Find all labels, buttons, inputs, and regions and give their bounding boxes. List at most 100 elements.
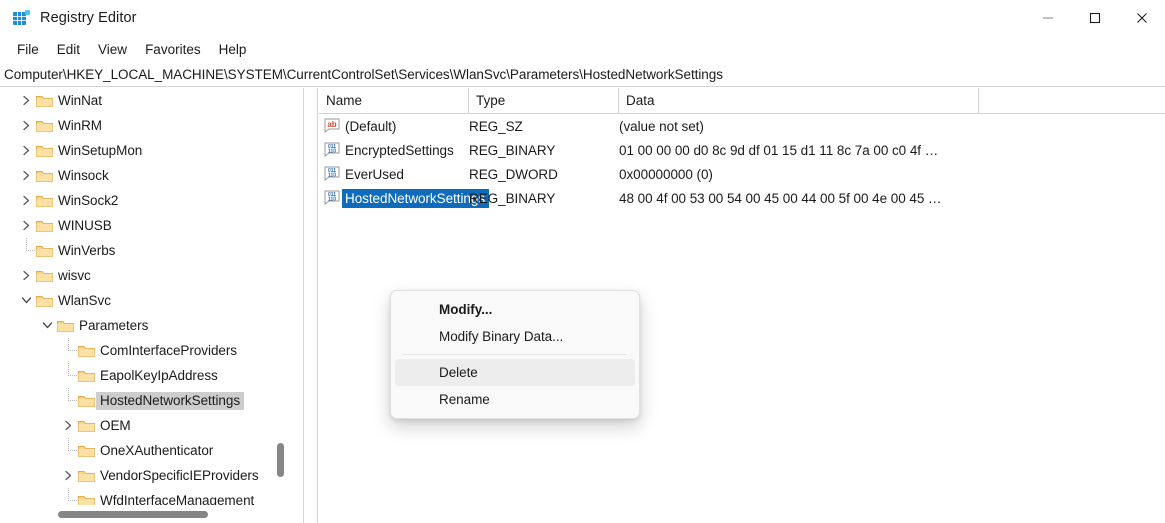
tree-guide-line [18,238,35,263]
svg-text:110: 110 [328,149,336,155]
chevron-right-icon[interactable] [18,163,35,188]
table-row[interactable]: 011 110 EncryptedSettings REG_BINARY 01 00 0… [319,138,1165,162]
minimize-icon[interactable] [1024,0,1071,36]
tree-item-parameters[interactable]: Parameters [0,313,288,338]
cell-value-name: HostedNetworkSettings [342,186,490,210]
cell-value-name: EverUsed [345,166,404,182]
tree-item-label: VendorSpecificIEProviders [100,467,259,483]
tree-item-winverbs[interactable]: WinVerbs [0,238,288,263]
context-menu-item-rename[interactable]: Rename [395,386,635,413]
cell-value-type: REG_BINARY [469,190,556,206]
folder-icon [77,388,96,413]
maximize-icon[interactable] [1071,0,1118,36]
tree-item-winusb[interactable]: WINUSB [0,213,288,238]
column-header-name[interactable]: Name [319,88,469,113]
tree-item-winnat[interactable]: WinNat [0,88,288,113]
tree-item-label: EapolKeyIpAddress [100,367,218,383]
tree-item-winsock2[interactable]: WinSock2 [0,188,288,213]
tree-vertical-scrollbar-thumb[interactable] [277,443,284,477]
folder-icon [35,238,54,263]
close-icon[interactable] [1118,0,1165,36]
chevron-right-icon[interactable] [18,138,35,163]
cell-value-name: EncryptedSettings [345,142,454,158]
tree-item-wfdinterfacemanagement[interactable]: WfdInterfaceManagement [0,488,288,505]
chevron-right-icon[interactable] [60,413,77,438]
folder-icon [77,363,96,388]
context-menu-item-modify-binary-data[interactable]: Modify Binary Data... [395,323,635,350]
chevron-right-icon[interactable] [60,463,77,488]
tree-item-cominterfaceproviders[interactable]: ComInterfaceProviders [0,338,288,363]
tree-item-wlansvc[interactable]: WlanSvc [0,288,288,313]
context-menu-item-modify[interactable]: Modify... [395,296,635,323]
cell-value-type: REG_BINARY [469,142,556,158]
cell-value-data: (value not set) [619,118,704,134]
tree-horizontal-scrollbar[interactable] [0,505,288,523]
tree-item-winrm[interactable]: WinRM [0,113,288,138]
tree-item-label: WlanSvc [58,292,111,308]
table-row[interactable]: 011 110 HostedNetworkSettings REG_BINARY 48 … [319,186,1165,210]
tree-horizontal-scrollbar-thumb[interactable] [58,511,208,518]
tree-vertical-scrollbar[interactable] [273,88,288,505]
cell-value-data: 48 00 4f 00 53 00 54 00 45 00 44 00 5f 0… [619,190,942,206]
tree-item-hostednetworksettings[interactable]: HostedNetworkSettings [0,388,288,413]
chevron-right-icon[interactable] [18,263,35,288]
tree-item-wisvc[interactable]: wisvc [0,263,288,288]
address-bar[interactable]: Computer\HKEY_LOCAL_MACHINE\SYSTEM\Curre… [0,62,1165,87]
chevron-down-icon[interactable] [18,288,35,313]
menu-help[interactable]: Help [210,39,256,60]
pane-splitter[interactable] [303,88,318,523]
cell-value-type: REG_DWORD [469,166,558,182]
menu-bar: File Edit View Favorites Help [0,36,1165,62]
tree-item-label: WfdInterfaceManagement [100,492,255,506]
tree-item-label: wisvc [58,267,91,283]
context-menu-item-delete[interactable]: Delete [395,359,635,386]
svg-text:ab: ab [327,120,336,129]
menu-file[interactable]: File [8,39,48,60]
column-header-type[interactable]: Type [469,88,619,113]
column-header-data[interactable]: Data [619,88,979,113]
chevron-right-icon[interactable] [18,113,35,138]
chevron-down-icon[interactable] [39,313,56,338]
tree-item-label: Parameters [79,317,149,333]
folder-icon [35,113,54,138]
menu-view[interactable]: View [89,39,136,60]
tree-item-label: ComInterfaceProviders [100,342,238,358]
registry-editor-icon [13,10,30,26]
menu-favorites[interactable]: Favorites [136,39,210,60]
registry-editor-window: Registry Editor File Edit View Favorites… [0,0,1165,523]
folder-icon [35,288,54,313]
chevron-right-icon[interactable] [18,213,35,238]
svg-text:110: 110 [328,197,336,203]
folder-icon [77,488,96,505]
binary-value-icon: 011 110 [324,190,340,205]
table-row[interactable]: 011 110 EverUsed REG_DWORD 0x00000000 (0) [319,162,1165,186]
folder-icon [35,163,54,188]
table-row[interactable]: ab (Default) REG_SZ (value not set) [319,114,1165,138]
chevron-right-icon[interactable] [18,188,35,213]
tree-item-oem[interactable]: OEM [0,413,288,438]
tree-item-label: WinSock2 [58,192,119,208]
tree-item-winsetupmon[interactable]: WinSetupMon [0,138,288,163]
tree-item-vendorspecificieproviders[interactable]: VendorSpecificIEProviders [0,463,288,488]
folder-icon [77,438,96,463]
tree-item-eapolkeyipaddress[interactable]: EapolKeyIpAddress [0,363,288,388]
menu-edit[interactable]: Edit [48,39,89,60]
binary-value-icon: 011 110 [324,142,340,157]
tree-item-winsock[interactable]: Winsock [0,163,288,188]
tree-item-label: WinNat [58,92,102,108]
tree-item-label: OneXAuthenticator [100,442,214,458]
chevron-right-icon[interactable] [18,88,35,113]
tree-item-onexauthenticator[interactable]: OneXAuthenticator [0,438,288,463]
context-menu-separator [403,354,627,355]
